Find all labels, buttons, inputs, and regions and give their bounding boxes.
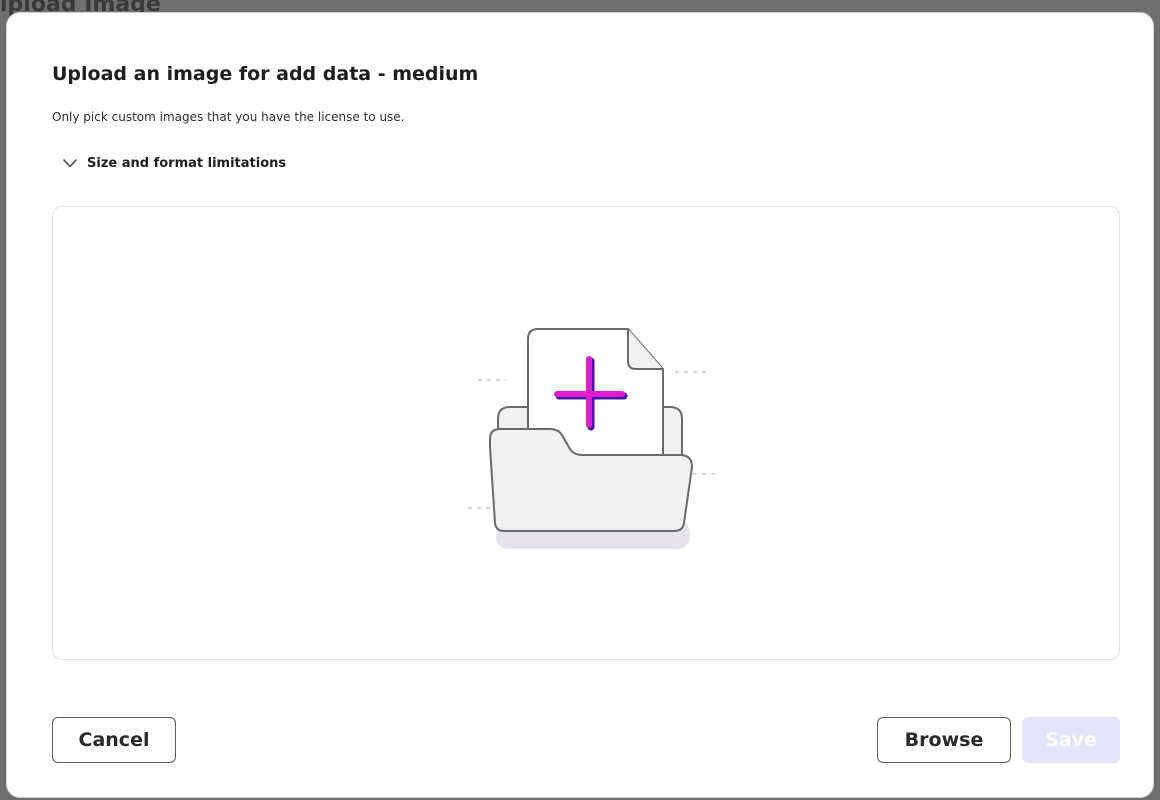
image-dropzone[interactable] bbox=[52, 206, 1120, 660]
cancel-button[interactable]: Cancel bbox=[52, 717, 176, 763]
dialog-title: Upload an image for add data - medium bbox=[52, 63, 479, 85]
chevron-down-icon bbox=[63, 159, 77, 168]
limitations-label: Size and format limitations bbox=[87, 156, 287, 171]
folder-with-file-plus-icon bbox=[458, 317, 720, 567]
dialog-subtitle: Only pick custom images that you have th… bbox=[52, 110, 405, 124]
upload-image-dialog: Upload an image for add data - medium On… bbox=[6, 12, 1154, 798]
browse-button[interactable]: Browse bbox=[877, 717, 1011, 763]
save-button[interactable]: Save bbox=[1022, 717, 1120, 763]
size-format-limitations-toggle[interactable]: Size and format limitations bbox=[63, 156, 286, 171]
